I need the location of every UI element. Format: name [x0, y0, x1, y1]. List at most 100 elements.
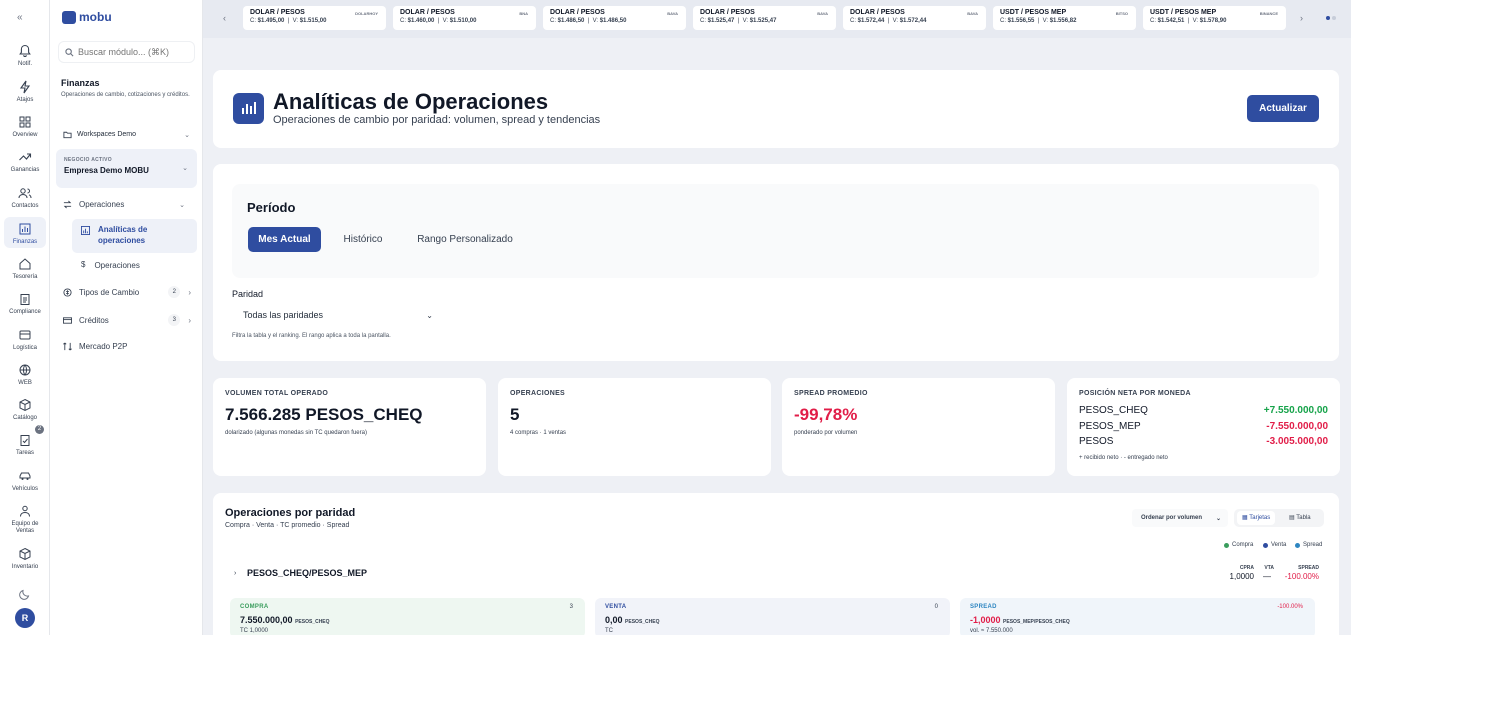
- module-search[interactable]: [58, 41, 195, 63]
- sidebar: mobu Finanzas Operaciones de cambio, cot…: [50, 0, 203, 635]
- position-row: PESOS_CHEQ +7.550.000,00: [1079, 405, 1328, 416]
- col-spread-label: SPREAD: [1298, 565, 1319, 571]
- page-header: Analíticas de Operaciones Operaciones de…: [213, 70, 1339, 148]
- nav-operaciones[interactable]: Operaciones ⌄: [63, 200, 191, 209]
- ticker-sell: $1.572,44: [899, 18, 927, 24]
- refresh-button[interactable]: Actualizar: [1247, 95, 1319, 122]
- rail-item-equipo-ventas[interactable]: Equipo de Ventas: [4, 504, 46, 535]
- chevron-right-icon[interactable]: ›: [1300, 13, 1303, 23]
- chevron-down-icon: ⌄: [184, 131, 190, 139]
- ticker-source: BNA: [519, 11, 528, 16]
- analytics-icon: [233, 93, 264, 124]
- rail-item-notif[interactable]: Notif.: [4, 44, 46, 68]
- view-table-button[interactable]: ▤ Tabla: [1284, 511, 1316, 525]
- position-currency: PESOS_CHEQ: [1079, 405, 1148, 416]
- nav-analiticas-operaciones[interactable]: Analíticas de operaciones: [72, 219, 197, 253]
- rail-label: Contactos: [11, 203, 39, 209]
- nav-mercado-p2p[interactable]: Mercado P2P: [63, 342, 191, 351]
- legend-venta: Venta: [1263, 542, 1286, 548]
- col-cpra-label: CPRA: [1239, 565, 1254, 571]
- nav-creditos[interactable]: Créditos 3 ›: [63, 314, 191, 326]
- box-icon: [19, 330, 31, 340]
- rail-item-contactos[interactable]: Contactos: [4, 186, 46, 210]
- ticker-card[interactable]: DOLAR / PESOS BAVA C: $1.572,44 | V: $1.…: [843, 6, 986, 30]
- moon-icon: [19, 589, 30, 600]
- rail-item-vehiculos[interactable]: Vehículos: [4, 469, 46, 493]
- nav-label: Créditos: [79, 315, 109, 325]
- active-business[interactable]: NEGOCIO ACTIVO Empresa Demo MOBU ⌄: [56, 149, 197, 188]
- ticker-sell: $1.556,82: [1049, 18, 1077, 24]
- parity-select[interactable]: Todas las paridades ⌄: [233, 304, 439, 326]
- ticker-source: BAVA: [817, 11, 828, 16]
- view-cards-button[interactable]: ▦ Tarjetas: [1237, 511, 1276, 525]
- position-row: PESOS_MEP -7.550.000,00: [1079, 421, 1328, 432]
- rail-item-atajos[interactable]: Atajos: [4, 80, 46, 104]
- ticker-card[interactable]: DOLAR / PESOS BAVA C: $1.525,47 | V: $1.…: [693, 6, 836, 30]
- col-spread-value: -100.00%: [1284, 572, 1319, 581]
- ticker-source: DOLARHOY: [355, 11, 378, 16]
- sort-select[interactable]: Ordenar por volumen ⌄: [1132, 509, 1228, 527]
- rail-item-finanzas[interactable]: Finanzas: [4, 217, 46, 248]
- ticker-sell: $1.515,00: [299, 18, 327, 24]
- theme-toggle[interactable]: [4, 587, 46, 601]
- rail-item-overview[interactable]: Overview: [4, 115, 46, 139]
- venta-count: 0: [934, 604, 938, 610]
- ticker-card[interactable]: USDT / PESOS MEP BINANCE C: $1.542,51 | …: [1143, 6, 1286, 30]
- legend-label: Spread: [1303, 542, 1323, 548]
- venta-card: VENTA 0 0,00 PESOS_CHEQ TC: [595, 598, 950, 635]
- rail-item-tareas[interactable]: Tareas: [4, 433, 46, 457]
- ticker-card[interactable]: USDT / PESOS MEP BITSO C: $1.556,55 | V:…: [993, 6, 1136, 30]
- period-historic[interactable]: Histórico: [331, 227, 395, 252]
- search-input[interactable]: [78, 47, 188, 57]
- spread-label: SPREAD: [970, 604, 997, 610]
- period-current-month[interactable]: Mes Actual: [248, 227, 321, 252]
- car-icon: [19, 472, 31, 480]
- parity-row[interactable]: › PESOS_CHEQ/PESOS_MEP CPRA 1,0000 VTA —…: [233, 565, 1329, 586]
- nav-sub-operaciones[interactable]: $ Operaciones: [72, 260, 197, 271]
- ticker-sell: $1.525,47: [749, 18, 777, 24]
- stat-note: dolarizado (algunas monedas sin TC queda…: [225, 430, 367, 436]
- app-window: « Notif. Atajos Overview Ganancias Conta…: [0, 0, 1351, 635]
- rail-item-compliance[interactable]: Compliance: [4, 292, 46, 316]
- legend-compra: Compra: [1224, 542, 1253, 548]
- bell-icon: [19, 44, 31, 57]
- lightning-icon: [19, 80, 31, 94]
- rail-item-catalogo[interactable]: Catálogo 2: [4, 398, 46, 434]
- chevron-left-icon[interactable]: ‹: [223, 13, 226, 23]
- workspace-selector[interactable]: Workspaces Demo ⌄: [63, 130, 190, 139]
- legend-swatch: [1295, 542, 1300, 548]
- ticker-card[interactable]: DOLAR / PESOS DOLARHOY C: $1.495,00 | V:…: [243, 6, 386, 30]
- ticker-card[interactable]: DOLAR / PESOS BAVA C: $1.486,50 | V: $1.…: [543, 6, 686, 30]
- rail-item-web[interactable]: WEB: [4, 363, 46, 387]
- nav-tipos-cambio[interactable]: Tipos de Cambio 2 ›: [63, 286, 191, 298]
- rail-label: Finanzas: [12, 239, 38, 245]
- rail-item-ganancias[interactable]: Ganancias: [4, 150, 46, 174]
- rail-item-logistica[interactable]: Logística: [4, 328, 46, 352]
- nav-label: Operaciones: [94, 261, 140, 270]
- rail-label: Compliance: [9, 309, 41, 315]
- dot-active[interactable]: [1326, 16, 1330, 20]
- stat-label: SPREAD PROMEDIO: [794, 390, 868, 397]
- currency-icon: [63, 287, 72, 297]
- logo[interactable]: mobu: [62, 10, 112, 24]
- avatar[interactable]: R: [15, 608, 35, 628]
- nav-label: Tipos de Cambio: [79, 287, 140, 297]
- filter-note: Filtra la tabla y el ranking. El rango a…: [232, 333, 391, 339]
- venta-currency: PESOS_CHEQ: [625, 619, 660, 625]
- ticker-buy: $1.495,00: [257, 18, 285, 24]
- view-toggle: ▦ Tarjetas ▤ Tabla: [1234, 509, 1324, 527]
- chevron-right-icon[interactable]: ›: [234, 570, 236, 577]
- stat-value: 5: [510, 405, 520, 424]
- dot[interactable]: [1332, 16, 1336, 20]
- stat-net-position: POSICIÓN NETA POR MONEDA PESOS_CHEQ +7.5…: [1067, 378, 1340, 476]
- rail-item-inventario[interactable]: Inventario: [4, 547, 46, 571]
- nav-label: Mercado P2P: [79, 342, 128, 351]
- spread-amount: -1,0000: [970, 615, 1001, 625]
- position-amount: -7.550.000,00: [1266, 421, 1328, 432]
- rail-item-tesoreria[interactable]: Tesorería: [4, 257, 46, 281]
- ticker-card[interactable]: DOLAR / PESOS BNA C: $1.460,00 | V: $1.5…: [393, 6, 536, 30]
- clipboard-icon: [20, 294, 30, 305]
- legend-swatch: [1224, 542, 1229, 548]
- double-chevron-left-icon[interactable]: «: [17, 12, 23, 23]
- period-custom-range[interactable]: Rango Personalizado: [406, 227, 524, 252]
